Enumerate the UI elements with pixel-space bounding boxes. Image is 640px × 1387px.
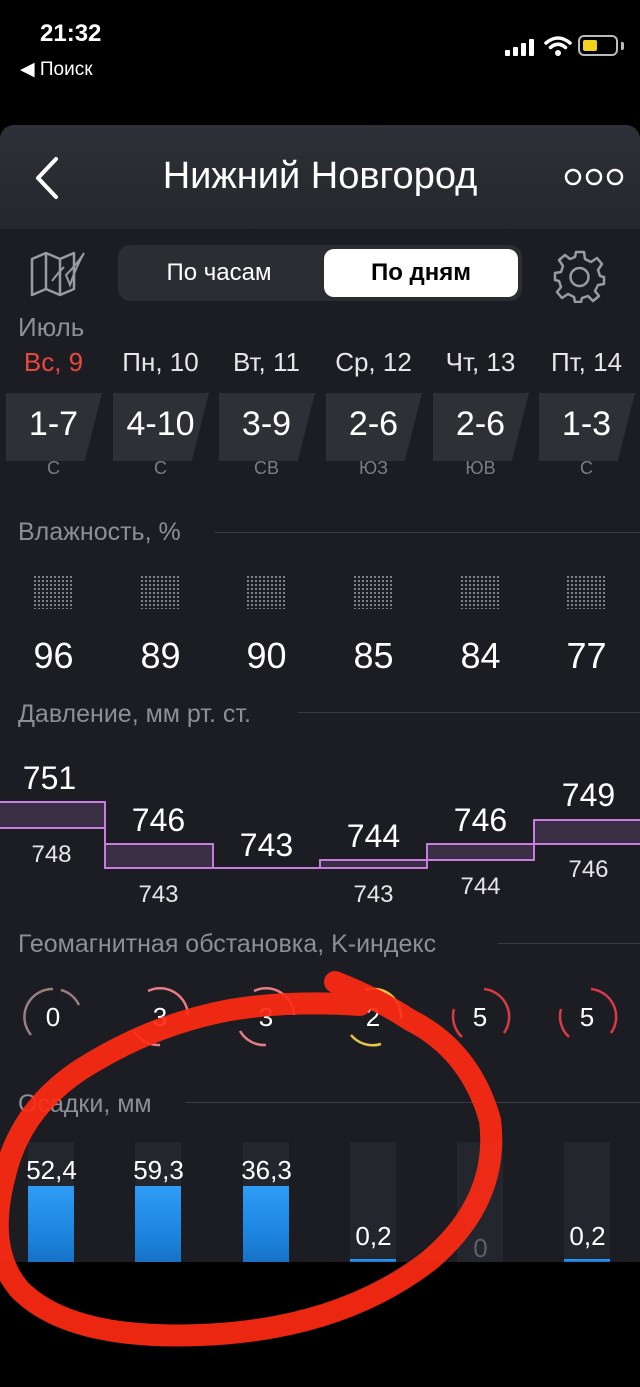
divider (215, 532, 640, 533)
humidity-value: 85 (353, 635, 394, 676)
k-index-value: 5 (579, 1002, 595, 1032)
humidity-dots-icon (140, 575, 180, 609)
wifi-icon (544, 36, 572, 56)
k-index-value: 3 (152, 1002, 168, 1032)
k-index-gauge: 3 (234, 985, 298, 1049)
pressure-min: 748 (31, 841, 72, 868)
wind-direction: ЮВ (465, 458, 496, 478)
humidity-dots-icon (246, 575, 286, 609)
temperature-cell[interactable]: 1-7 (0, 393, 107, 461)
k-index-gauge: 2 (341, 985, 405, 1049)
divider (498, 943, 640, 944)
tab-hourly[interactable]: По часам (122, 249, 316, 297)
day-label: Вс, 9 (23, 347, 84, 377)
humidity-dots-icon (460, 575, 500, 609)
day-label: Вт, 11 (233, 347, 300, 377)
temperature-range: 1-3 (561, 405, 612, 443)
pressure-min: 746 (568, 856, 609, 883)
humidity-dots-icon (353, 575, 393, 609)
k-index-gauge: 5 (448, 985, 512, 1049)
k-index-value: 5 (472, 1002, 488, 1032)
pressure-min: 743 (353, 881, 394, 908)
divider (185, 1102, 640, 1103)
wind-direction: ЮЗ (358, 458, 389, 478)
humidity-value: 96 (33, 635, 74, 676)
k-index-gauge: 3 (128, 985, 192, 1049)
k-index-value: 3 (258, 1002, 274, 1032)
temperature-range: 2-6 (455, 405, 506, 443)
map-icon[interactable] (26, 245, 88, 299)
wind-direction: С (47, 458, 60, 478)
humidity-value: 90 (246, 635, 287, 676)
pressure-max: 749 (561, 777, 616, 813)
more-icon[interactable] (563, 167, 625, 187)
k-index-gauge: 0 (21, 985, 85, 1049)
humidity-value: 84 (460, 635, 501, 676)
temperature-range: 2-6 (348, 405, 399, 443)
temperature-range: 1-7 (28, 405, 79, 443)
pressure-max: 746 (131, 802, 186, 838)
temperature-cell[interactable]: 4-10 (107, 393, 214, 461)
city-title: Нижний Новгород (162, 155, 478, 197)
wind-direction: СВ (253, 458, 279, 478)
month-label: Июль (18, 312, 85, 342)
pressure-min: 743 (138, 881, 179, 908)
k-index-gauge: 5 (555, 985, 619, 1049)
k-index-value: 0 (45, 1002, 61, 1032)
temperature-range: 4-10 (126, 405, 195, 443)
back-to-search-link[interactable]: ◀ Поиск (20, 58, 93, 81)
precipitation-value: 0,2 (569, 1221, 606, 1251)
precipitation-value: 52,4 (26, 1155, 77, 1185)
geomagnetic-section-title: Геомагнитная обстановка, K-индекс (18, 930, 437, 958)
weather-app: Нижний Новгород По часам По дням Июль Вс… (0, 125, 640, 1262)
bottom-black-area (0, 1262, 640, 1387)
status-bar (0, 0, 640, 125)
temperature-cell[interactable]: 3-9 (213, 393, 320, 461)
day-label: Пн, 10 (122, 347, 199, 377)
divider (298, 712, 640, 713)
tab-daily[interactable]: По дням (324, 249, 518, 297)
temperature-cell[interactable]: 2-6 (427, 393, 534, 461)
wind-direction: С (580, 458, 593, 478)
status-time: 21:32 (40, 20, 102, 47)
precipitation-section-title: Осадки, мм (18, 1090, 152, 1118)
precipitation-value: 59,3 (133, 1155, 184, 1185)
day-label: Ср, 12 (335, 347, 412, 377)
gear-icon[interactable] (553, 249, 607, 303)
temperature-cell[interactable]: 1-3 (533, 393, 640, 461)
day-label: Чт, 13 (445, 347, 516, 377)
temperature-range: 3-9 (241, 405, 292, 443)
humidity-value: 77 (566, 635, 607, 676)
humidity-dots-icon (566, 575, 606, 609)
pressure-min: 744 (460, 873, 501, 900)
humidity-section-title: Влажность, % (18, 518, 181, 546)
pressure-section-title: Давление, мм рт. ст. (18, 700, 251, 728)
precipitation-value: 0,2 (355, 1221, 392, 1251)
k-index-value: 2 (365, 1002, 381, 1032)
pressure-max: 743 (239, 827, 294, 863)
pressure-max: 744 (346, 818, 401, 854)
temperature-cell[interactable]: 2-6 (320, 393, 427, 461)
wind-direction: С (154, 458, 167, 478)
pressure-max: 751 (22, 760, 77, 796)
precipitation-value: 36,3 (241, 1155, 292, 1185)
humidity-dots-icon (33, 575, 73, 609)
battery-icon (578, 35, 618, 56)
view-segmented-control: По часам По дням (118, 245, 522, 301)
pressure-max: 746 (453, 802, 508, 838)
humidity-value: 89 (140, 635, 181, 676)
precipitation-value: 0 (473, 1233, 488, 1262)
day-label: Пт, 14 (550, 347, 623, 377)
signal-icon (505, 39, 534, 56)
